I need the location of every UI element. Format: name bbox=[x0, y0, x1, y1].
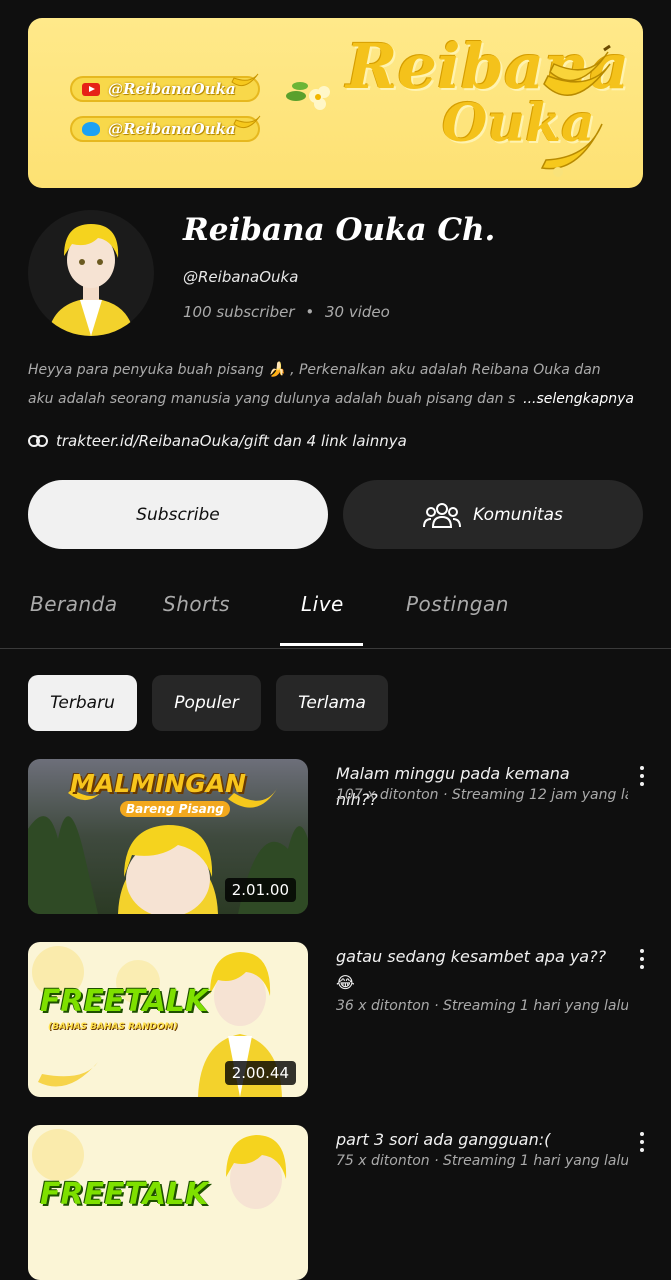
channel-name: Reibana Ouka Ch. bbox=[183, 212, 496, 248]
description-line-2: aku adalah seorang manusia yang dulunya … bbox=[28, 391, 516, 407]
thumbnail-subtitle: Bareng Pisang bbox=[120, 801, 230, 817]
video-count: 30 video bbox=[324, 303, 390, 321]
more-link[interactable]: ...selengkapnya bbox=[517, 385, 634, 414]
active-tab-indicator bbox=[280, 643, 363, 646]
thumbnail-title: FREETALK bbox=[40, 1177, 209, 1212]
more-options-icon[interactable] bbox=[636, 1130, 648, 1154]
video-title[interactable]: part 3 sori ada gangguan:( bbox=[336, 1127, 616, 1153]
description-line-1: Heyya para penyuka buah pisang 🍌 , Perke… bbox=[28, 362, 601, 378]
thumbnail-title: MALMINGAN bbox=[70, 769, 247, 798]
video-thumbnail[interactable]: MALMINGAN Bareng Pisang 2.01.00 bbox=[28, 759, 308, 914]
video-duration: 2.01.00 bbox=[224, 878, 296, 902]
links-text: trakteer.id/ReibanaOuka/gift dan 4 link … bbox=[56, 432, 407, 450]
more-options-icon[interactable] bbox=[636, 947, 648, 971]
community-label: Komunitas bbox=[473, 504, 563, 525]
tab-shorts[interactable]: Shorts bbox=[163, 592, 230, 616]
link-icon bbox=[28, 435, 48, 447]
subscribe-label: Subscribe bbox=[136, 504, 220, 525]
banana-icon bbox=[540, 123, 603, 177]
channel-links[interactable]: trakteer.id/ReibanaOuka/gift dan 4 link … bbox=[28, 432, 407, 450]
stats-separator: • bbox=[305, 303, 315, 321]
video-thumbnail[interactable]: FREETALK (BAHAS BAHAS RANDOM) 2.00.44 bbox=[28, 942, 308, 1097]
channel-tabs: Beranda Shorts Live Postingan bbox=[0, 572, 671, 649]
subscriber-count: 100 subscriber bbox=[183, 303, 295, 321]
twitter-icon bbox=[82, 122, 100, 136]
flower-icon bbox=[286, 82, 330, 110]
community-icon bbox=[423, 502, 462, 528]
video-meta: 75 x ditonton · Streaming 1 hari yang la… bbox=[336, 1153, 628, 1169]
filter-populer[interactable]: Populer bbox=[152, 675, 261, 731]
youtube-handle-text: @ReibanaOuka bbox=[108, 80, 236, 98]
banana-icon bbox=[231, 73, 259, 87]
video-meta: 36 x ditonton · Streaming 1 hari yang la… bbox=[336, 998, 628, 1014]
video-thumbnail[interactable]: FREETALK bbox=[28, 1125, 308, 1280]
youtube-icon bbox=[82, 82, 100, 96]
tab-postingan[interactable]: Postingan bbox=[406, 592, 509, 616]
banana-bunch-icon bbox=[543, 44, 611, 96]
community-button[interactable]: Komunitas bbox=[343, 480, 643, 549]
filter-terlama[interactable]: Terlama bbox=[276, 675, 388, 731]
video-title[interactable]: gatau sedang kesambet apa ya?? 😂 bbox=[336, 944, 616, 996]
tab-beranda[interactable]: Beranda bbox=[30, 592, 118, 616]
filter-terbaru[interactable]: Terbaru bbox=[28, 675, 137, 731]
tab-live[interactable]: Live bbox=[301, 592, 344, 616]
channel-banner: @ReibanaOuka @ReibanaOuka Reibana Ouka bbox=[28, 18, 643, 188]
channel-stats: 100 subscriber • 30 video bbox=[183, 303, 390, 321]
description-line-2-container: aku adalah seorang manusia yang dulunya … bbox=[28, 385, 642, 414]
twitter-handle-text: @ReibanaOuka bbox=[108, 120, 236, 138]
banana-icon bbox=[233, 115, 261, 129]
video-meta: 107 x ditonton · Streaming 12 jam yang l… bbox=[336, 787, 628, 803]
thumbnail-title: FREETALK bbox=[40, 984, 209, 1019]
channel-description[interactable]: Heyya para penyuka buah pisang 🍌 , Perke… bbox=[28, 356, 642, 414]
channel-avatar[interactable] bbox=[28, 210, 154, 336]
thumbnail-subtitle: (BAHAS BAHAS RANDOM) bbox=[48, 1022, 178, 1032]
video-duration: 2.00.44 bbox=[224, 1061, 296, 1085]
avatar-illustration bbox=[48, 224, 134, 336]
subscribe-button[interactable]: Subscribe bbox=[28, 480, 328, 549]
channel-handle: @ReibanaOuka bbox=[183, 268, 299, 286]
more-options-icon[interactable] bbox=[636, 764, 648, 788]
